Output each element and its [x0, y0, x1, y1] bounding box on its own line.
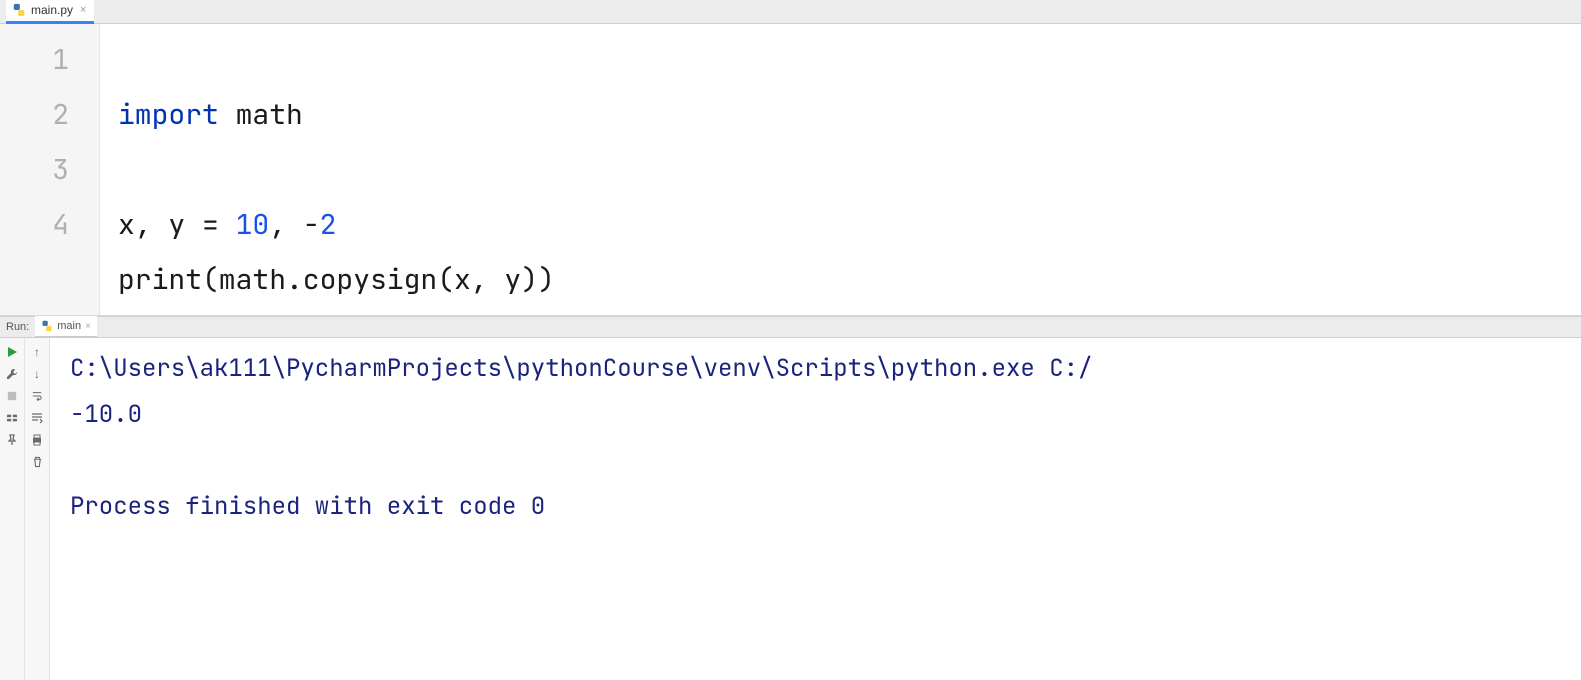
line-number-gutter: 1 2 3 4: [0, 24, 100, 315]
rerun-icon[interactable]: [3, 344, 21, 360]
file-tab-main[interactable]: main.py ×: [6, 0, 94, 24]
keyword: import: [118, 96, 219, 133]
number-literal: 10: [236, 206, 270, 243]
run-tool-window-header: Run: main ×: [0, 316, 1581, 338]
up-arrow-icon[interactable]: ↑: [28, 344, 46, 360]
close-icon[interactable]: ×: [80, 4, 86, 16]
stop-icon[interactable]: [3, 388, 21, 404]
console-line: C:\Users\ak111\PycharmProjects\pythonCou…: [70, 353, 1092, 384]
print-icon[interactable]: [28, 432, 46, 448]
run-toolbar-primary: [0, 338, 25, 680]
close-icon[interactable]: ×: [85, 321, 91, 332]
run-tab-label: main: [57, 320, 81, 332]
layout-icon[interactable]: [3, 410, 21, 426]
scroll-to-end-icon[interactable]: [28, 410, 46, 426]
trash-icon[interactable]: [28, 454, 46, 470]
line-number: 2: [8, 87, 69, 142]
number-literal: 2: [320, 206, 337, 243]
code-text: x, y =: [118, 206, 236, 243]
run-tab-main[interactable]: main ×: [35, 316, 97, 338]
wrench-icon[interactable]: [3, 366, 21, 382]
soft-wrap-icon[interactable]: [28, 388, 46, 404]
down-arrow-icon[interactable]: ↓: [28, 366, 46, 382]
module-name: math: [236, 96, 303, 133]
run-tool-window: ↑ ↓ C:\Users\ak111\PycharmProjects\pytho…: [0, 338, 1581, 680]
code-area[interactable]: import math x, y = 10, -2 print(math.cop…: [100, 24, 555, 315]
run-label: Run:: [6, 321, 29, 333]
code-text: print(math.copysign(x, y)): [118, 261, 555, 298]
python-icon: [41, 320, 53, 332]
code-editor[interactable]: 1 2 3 4 import math x, y = 10, -2 print(…: [0, 24, 1581, 316]
code-text: , -: [269, 206, 319, 243]
run-toolbar-secondary: ↑ ↓: [25, 338, 50, 680]
console-output[interactable]: C:\Users\ak111\PycharmProjects\pythonCou…: [50, 338, 1581, 680]
python-file-icon: [12, 3, 26, 17]
pin-icon[interactable]: [3, 432, 21, 448]
file-tab-label: main.py: [31, 3, 73, 17]
line-number: 1: [8, 32, 69, 87]
editor-tab-bar: main.py ×: [0, 0, 1581, 24]
console-line: Process finished with exit code 0: [70, 491, 545, 522]
line-number: 4: [8, 197, 69, 252]
line-number: 3: [8, 142, 69, 197]
console-line: -10.0: [70, 399, 142, 430]
